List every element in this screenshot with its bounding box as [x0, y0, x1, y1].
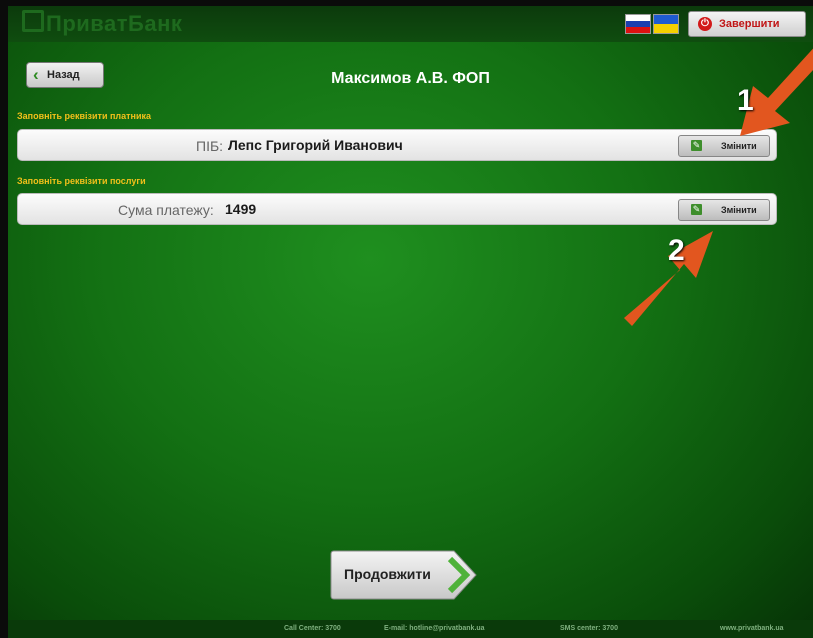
annotation-overlay: [624, 48, 813, 326]
footer-bar: Call Center: 3700 E-mail: hotline@privat…: [8, 620, 813, 638]
annotation-number-1: 1: [737, 84, 754, 117]
annotation-number-2: 2: [668, 234, 685, 267]
footer-call-center: Call Center: 3700: [284, 625, 341, 632]
footer-site: www.privatbank.ua: [720, 625, 784, 632]
footer-sms: SMS center: 3700: [560, 625, 618, 632]
kiosk-screen: ПриватБанк ⏻ Завершити ‹ Назад Максимов …: [8, 6, 813, 638]
footer-email: E-mail: hotline@privatbank.ua: [384, 625, 485, 632]
